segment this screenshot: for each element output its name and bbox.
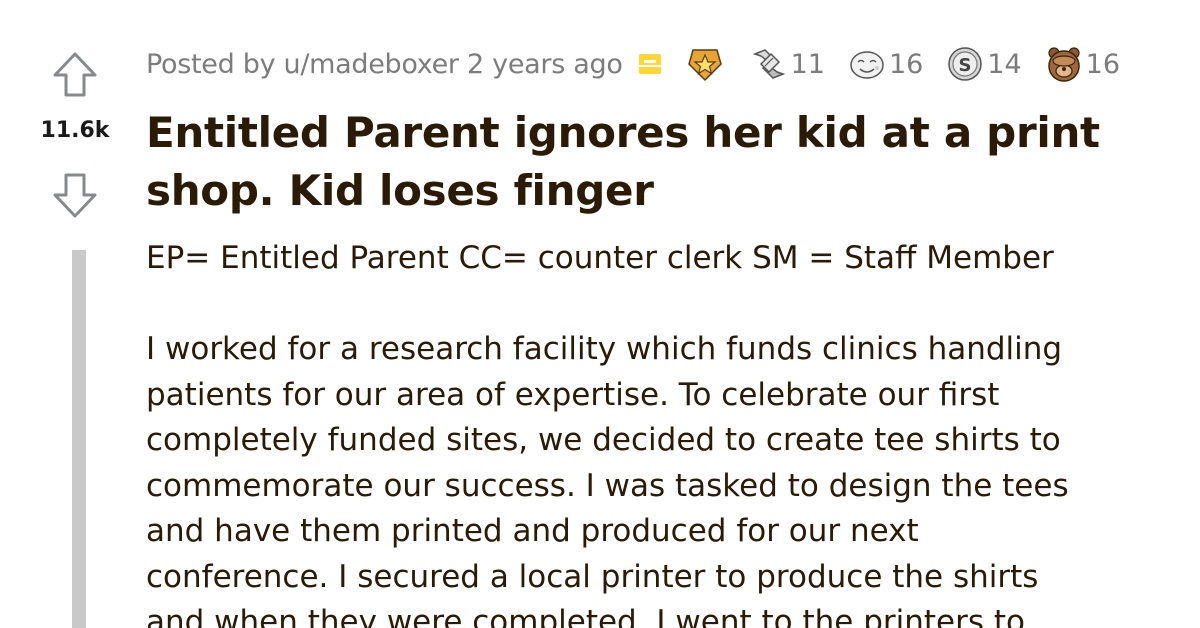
award-facepalm-bear[interactable]: 16 — [1044, 44, 1120, 84]
vote-score: 11.6k — [40, 118, 110, 143]
award-wholesome[interactable]: 16 — [847, 44, 923, 84]
posted-by-prefix: Posted by — [146, 48, 284, 80]
thread-line[interactable] — [72, 250, 86, 628]
body-line: and when they were completed, I went to … — [146, 604, 1025, 628]
post-title-line: Entitled Parent ignores her kid at a pri… — [146, 108, 1100, 157]
award-count: 11 — [790, 48, 825, 80]
gold-star-award-icon — [687, 49, 722, 82]
body-line: commemorate our success. I was tasked to… — [146, 467, 1069, 504]
body-line: completely funded sites, we decided to c… — [146, 422, 1061, 458]
silver-coin-award-icon: S — [948, 47, 983, 81]
post-meta: Posted by u/madeboxer 2 years ago 11 16 … — [146, 44, 1120, 84]
body-line: patients for our area of expertise. To c… — [146, 376, 1000, 413]
body-line: conference. I secured a local printer to… — [146, 558, 1039, 595]
author-username-link[interactable]: u/madeboxer — [284, 49, 460, 80]
svg-text:S: S — [959, 55, 972, 76]
body-intro: EP= Entitled Parent CC= counter clerk SM… — [146, 240, 1054, 276]
wholesome-face-award-icon — [850, 51, 884, 79]
downvote-button[interactable] — [50, 170, 100, 220]
post-title[interactable]: Entitled Parent ignores her kid at a pri… — [146, 104, 1166, 220]
body-line: and have them printed and produced for o… — [146, 513, 919, 549]
post-title-line: shop. Kid loses finger — [146, 166, 654, 215]
post-age: 2 years ago — [458, 48, 623, 80]
posted-by-text: Posted by u/madeboxer 2 years ago — [146, 49, 623, 80]
award-count: 14 — [987, 48, 1022, 80]
award-count: 16 — [1085, 48, 1121, 80]
upvote-arrow-icon — [53, 52, 97, 97]
body-line: I worked for a research facility which f… — [146, 331, 1063, 367]
award-count: 16 — [888, 48, 924, 80]
vote-column: 11.6k — [0, 0, 148, 628]
award-gold-star[interactable] — [685, 44, 727, 84]
award-helpful-hands[interactable]: 11 — [749, 44, 825, 84]
facepalm-bear-award-icon — [1047, 47, 1080, 82]
helpful-hands-award-icon — [752, 49, 785, 79]
upvote-button[interactable] — [50, 50, 100, 100]
award-silver[interactable]: S 14 — [945, 44, 1022, 84]
archived-icon — [637, 51, 663, 77]
post-body: EP= Entitled Parent CC= counter clerk SM… — [146, 236, 1156, 628]
downvote-arrow-icon — [53, 173, 97, 218]
